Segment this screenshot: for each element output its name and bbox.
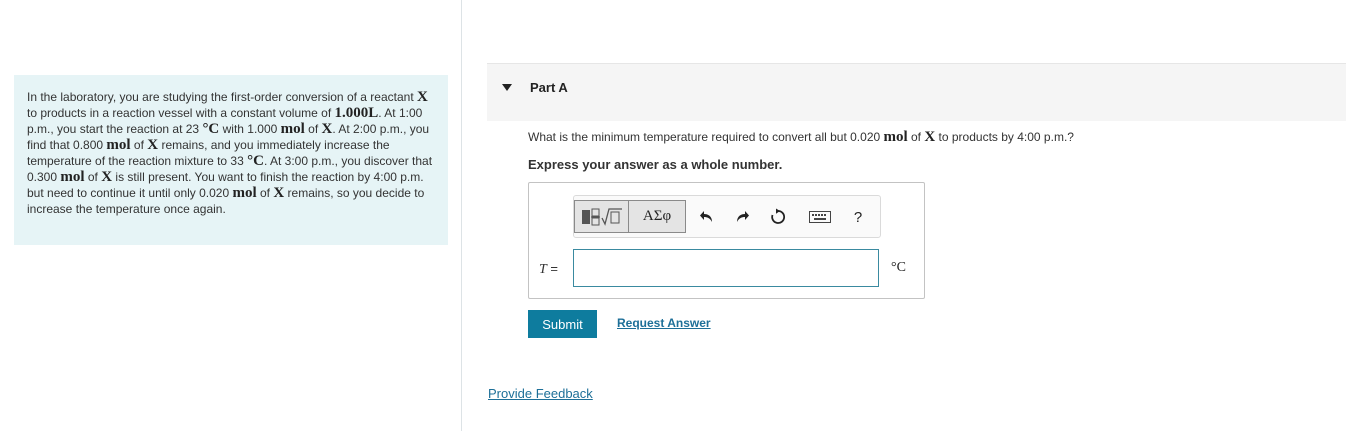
- math-toolbar: ΑΣφ ?: [573, 195, 881, 238]
- collapse-triangle-icon[interactable]: [502, 84, 512, 91]
- request-answer-link[interactable]: Request Answer: [617, 316, 711, 330]
- help-icon[interactable]: ?: [847, 206, 869, 228]
- intro-math-text: X: [147, 137, 159, 153]
- intro-text: of: [256, 186, 274, 200]
- intro-text: with 1.000: [219, 122, 281, 136]
- intro-math-text: 1.000L: [334, 105, 379, 121]
- toolbar-button-group: ΑΣφ: [574, 200, 686, 233]
- intro-math-text: mol: [106, 137, 131, 153]
- greek-symbols-icon[interactable]: ΑΣφ: [629, 201, 685, 232]
- reset-icon[interactable]: [767, 206, 789, 228]
- provide-feedback-link[interactable]: Provide Feedback: [488, 386, 593, 401]
- problem-intro: In the laboratory, you are studying the …: [14, 75, 448, 245]
- intro-text: In the laboratory, you are studying the …: [27, 90, 417, 104]
- answer-instruction: Express your answer as a whole number.: [528, 157, 783, 172]
- answer-box: ΑΣφ ? T = °C: [528, 182, 925, 299]
- intro-math-text: mol: [60, 169, 85, 185]
- templates-icon[interactable]: [575, 201, 629, 232]
- intro-math-text: °C: [247, 153, 264, 169]
- intro-math-text: mol: [232, 185, 257, 201]
- intro-text: of: [130, 138, 148, 152]
- intro-math-text: °C: [202, 121, 220, 137]
- intro-math-text: X: [416, 89, 428, 105]
- keyboard-icon[interactable]: [809, 206, 831, 228]
- intro-text: to products in a reaction vessel with a …: [27, 106, 335, 120]
- intro-math-text: X: [273, 185, 285, 201]
- answer-variable-label: T =: [539, 261, 559, 277]
- answer-unit: °C: [891, 260, 906, 275]
- intro-math-text: mol: [280, 121, 305, 137]
- question-text: What is the minimum temperature required…: [528, 129, 1074, 145]
- intro-text: of: [304, 122, 322, 136]
- column-divider: [461, 0, 462, 431]
- submit-button[interactable]: Submit: [528, 310, 597, 338]
- answer-input[interactable]: [573, 249, 879, 287]
- intro-math-text: X: [101, 169, 113, 185]
- redo-icon[interactable]: [731, 206, 753, 228]
- part-a-header[interactable]: Part A: [487, 63, 1346, 121]
- part-title: Part A: [530, 80, 568, 95]
- intro-math-text: X: [321, 121, 333, 137]
- undo-icon[interactable]: [696, 206, 718, 228]
- intro-text: of: [84, 170, 102, 184]
